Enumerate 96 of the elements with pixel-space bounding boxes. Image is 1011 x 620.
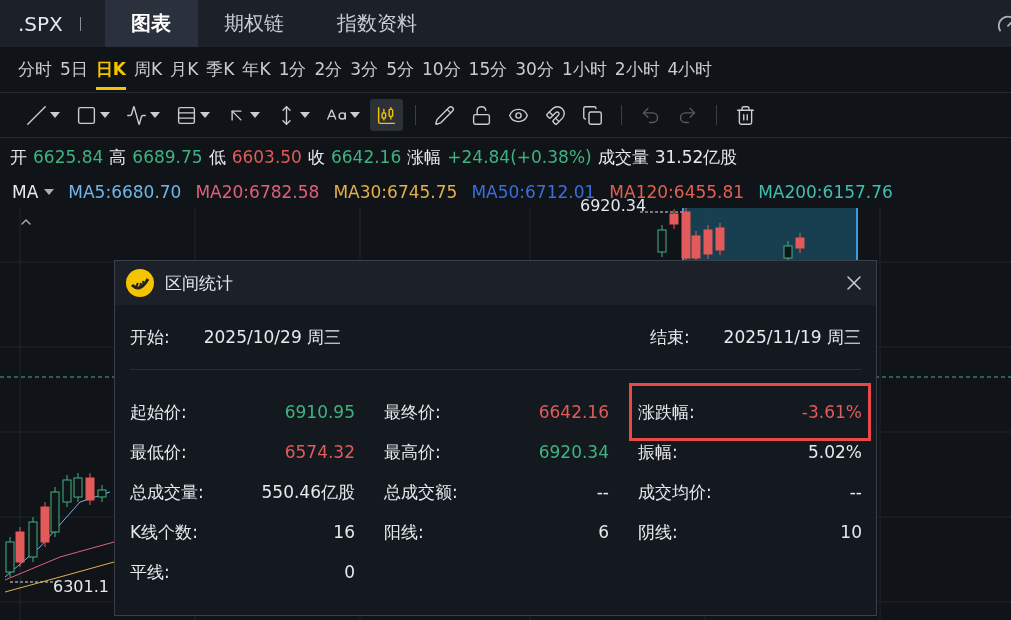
dialog-title: 区间统计 [165, 271, 233, 295]
stat-label: 平线: [130, 560, 170, 584]
candle [5, 536, 15, 578]
period-tab[interactable]: 15分 [468, 52, 508, 90]
period-tab[interactable]: 月K [170, 52, 199, 90]
indicator-label[interactable]: MA [12, 182, 39, 202]
stat-value: 6642.16 [538, 402, 609, 422]
quote-value: 6689.75 [132, 147, 203, 167]
period-tab[interactable]: 周K [134, 52, 163, 90]
candle [703, 224, 713, 260]
candle [85, 472, 95, 506]
stat-label: 涨跌幅: [638, 400, 695, 424]
caret-icon [250, 112, 260, 118]
range-label: 开始: [130, 325, 170, 349]
tab[interactable]: 指数资料 [311, 0, 444, 47]
moving-average-value: MA200:6157.76 [758, 182, 893, 202]
period-tab[interactable]: 季K [206, 52, 235, 90]
toolbar-button[interactable] [370, 99, 403, 131]
stat-value: 6910.95 [284, 402, 355, 422]
quote-label: 开 [10, 145, 27, 169]
quote-value: 6642.16 [330, 147, 402, 167]
leader-line [639, 211, 684, 213]
quote-label: 涨幅 [407, 145, 442, 169]
period-tab[interactable]: 30分 [515, 52, 554, 90]
tiger-logo-icon [125, 268, 155, 298]
moving-average-value: MA5:6680.70 [68, 182, 182, 202]
stat-label: 振幅: [638, 440, 678, 464]
candle [62, 474, 72, 508]
period-tab[interactable]: 1分 [278, 52, 307, 90]
caret-icon [150, 112, 160, 118]
range-label: 结束: [649, 325, 690, 349]
leader-line [9, 581, 61, 583]
quote-label: 成交量 [597, 145, 649, 169]
moving-average-value: MA20:6782.58 [195, 182, 320, 202]
stat-value: 6920.34 [538, 442, 609, 462]
period-tab[interactable]: 2分 [314, 52, 343, 90]
range-date: 2025/11/19 周三 [723, 325, 861, 349]
quote-value: 31.52亿股 [654, 145, 738, 169]
caret-icon [100, 112, 110, 118]
period-tab[interactable]: 1小时 [561, 52, 607, 90]
range-date: 2025/10/29 周三 [203, 325, 342, 349]
period-tab[interactable]: 年K [242, 52, 271, 90]
caret-icon [200, 112, 210, 118]
stat-value: 6 [598, 522, 609, 542]
candle [97, 484, 107, 503]
stat-label: 总成交额: [384, 480, 458, 504]
period-tab[interactable]: 3分 [350, 52, 379, 90]
quote-value: 6625.84 [33, 147, 104, 167]
quote-label: 低 [208, 145, 226, 169]
period-tab[interactable]: 2小时 [614, 52, 660, 90]
stat-label: K线个数: [130, 520, 198, 544]
stat-label: 阳线: [384, 520, 424, 544]
stat-label: 最终价: [384, 400, 441, 424]
stat-value: -- [849, 482, 862, 502]
tab[interactable]: 图表 [105, 0, 198, 47]
candle [50, 486, 60, 538]
candle [795, 232, 805, 254]
candle [28, 516, 38, 563]
stat-label: 阴线: [638, 520, 678, 544]
stat-value: 16 [333, 522, 355, 542]
stat-label: 最低价: [130, 440, 187, 464]
symbol-label: .SPX [18, 11, 64, 36]
period-tab[interactable]: 10分 [421, 52, 461, 90]
caret-icon [350, 112, 360, 118]
period-tab[interactable]: 4小时 [667, 52, 713, 90]
stat-value: -3.61% [801, 402, 862, 422]
stat-value: -- [596, 482, 609, 502]
candle [73, 472, 83, 503]
stat-value: 5.02% [808, 442, 862, 462]
quote-label: 高 [109, 145, 127, 169]
stat-value: 0 [344, 562, 355, 582]
quote-label: 收 [307, 145, 325, 169]
candle [15, 526, 25, 568]
tab[interactable]: 期权链 [198, 0, 311, 47]
price-label: 6301.1 [53, 577, 109, 596]
stat-value: 550.46亿股 [261, 480, 355, 504]
quote-value: 6603.50 [231, 147, 302, 167]
stat-label: 最高价: [384, 440, 441, 464]
quote-value: +24.84(+0.38%) [447, 147, 592, 167]
period-tab[interactable]: 5日 [60, 52, 88, 90]
candle [657, 224, 667, 258]
stat-label: 总成交量: [130, 480, 204, 504]
candle [715, 222, 725, 256]
stat-label: 起始价: [130, 400, 187, 424]
candle [40, 501, 50, 548]
period-tab[interactable]: 5分 [386, 52, 414, 90]
stat-label: 成交均价: [638, 480, 712, 504]
moving-average-value: MA30:6745.75 [333, 182, 458, 202]
period-tab[interactable]: 日K [95, 52, 126, 90]
stat-value: 6574.32 [284, 442, 355, 462]
caret-icon[interactable] [44, 189, 55, 195]
period-tab[interactable]: 分时 [18, 52, 52, 90]
caret-icon [300, 112, 310, 118]
candle [669, 208, 679, 230]
caret-icon [50, 112, 60, 118]
stat-value: 10 [840, 522, 862, 542]
